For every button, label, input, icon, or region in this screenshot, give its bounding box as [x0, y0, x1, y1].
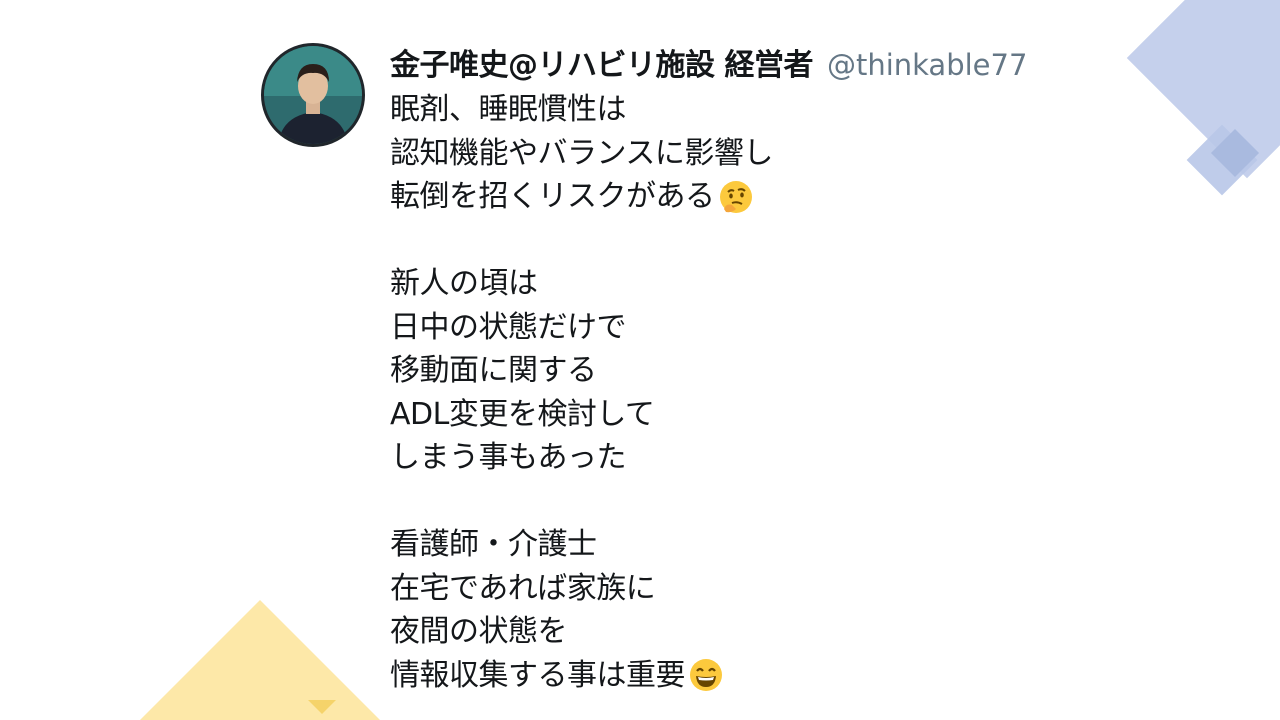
tweet-line: 看護師・介護士 [390, 527, 597, 562]
author-handle[interactable]: @thinkable77 [827, 48, 1027, 82]
tweet-line: 認知機能やバランスに影響し [390, 135, 773, 171]
tweet-line: 移動面に関する [390, 353, 597, 388]
tweet-line: 在宅であれば家族に [390, 570, 656, 606]
grinning-face-icon [688, 657, 724, 693]
tweet-body: 眠剤、睡眠慣性は 認知機能やバランスに影響し 転倒を招くリスクがある 新人の頃は… [390, 88, 773, 697]
thinking-face-icon [718, 179, 754, 215]
tweet-line: 夜間の状態を [390, 614, 568, 649]
tweet-header: 金子唯史@リハビリ施設 経営者 @thinkable77 [390, 40, 1027, 84]
tweet-line: 新人の頃は [390, 266, 538, 301]
tweet-line: しまう事もあった [390, 440, 627, 475]
tweet-line: 日中の状態だけで [390, 309, 627, 345]
author-name[interactable]: 金子唯史@リハビリ施設 経営者 [390, 40, 813, 84]
tweet-line: 転倒を招くリスクがある [390, 175, 773, 219]
decorative-yellow-triangle [140, 600, 380, 720]
tweet-line: ADL変更を検討して [390, 396, 655, 432]
avatar[interactable] [261, 43, 365, 147]
tweet-line: 情報収集する事は重要 [390, 654, 773, 698]
tweet-line: 眠剤、睡眠慣性は [390, 92, 627, 127]
